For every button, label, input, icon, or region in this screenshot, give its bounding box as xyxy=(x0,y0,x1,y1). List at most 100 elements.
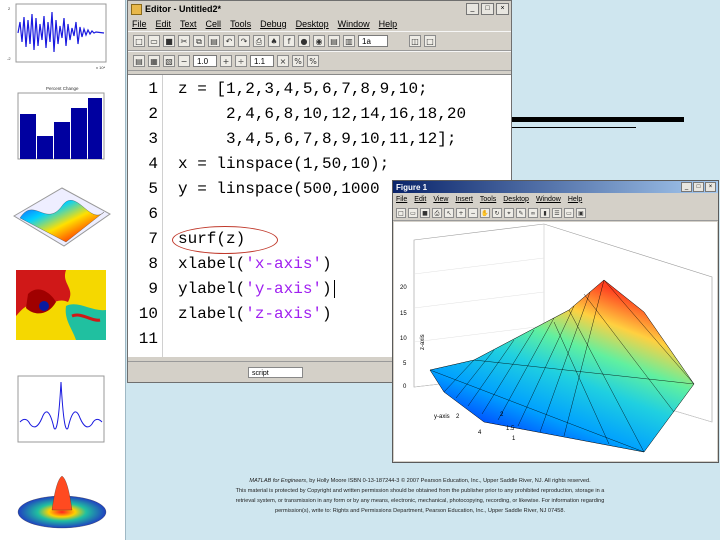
code-fn: ylabel( xyxy=(178,280,246,298)
save-icon[interactable]: ■ xyxy=(163,35,175,47)
fig-menu-view[interactable]: View xyxy=(433,196,448,203)
menu-tools[interactable]: Tools xyxy=(230,19,251,29)
redo-icon[interactable]: ↷ xyxy=(238,35,250,47)
figure-maximize-button[interactable]: □ xyxy=(693,182,704,192)
undo-icon[interactable]: ↶ xyxy=(223,35,235,47)
menu-desktop[interactable]: Desktop xyxy=(296,19,329,29)
code-line[interactable]: z = [1,2,3,4,5,6,7,8,9,10; xyxy=(178,80,428,98)
zoom-in-icon[interactable]: + xyxy=(456,207,466,218)
eval-cell-icon[interactable]: ▦ xyxy=(148,55,160,67)
code-paren: ) xyxy=(322,305,332,323)
x-tick: 1 xyxy=(512,436,516,442)
highlight-circle xyxy=(172,226,278,254)
minimize-button[interactable]: _ xyxy=(466,3,479,15)
fig-menu-file[interactable]: File xyxy=(396,196,407,203)
hide-tools-icon[interactable]: ▭ xyxy=(564,207,574,218)
copy-icon[interactable]: ⧉ xyxy=(193,35,205,47)
figure-menu-bar: File Edit View Insert Tools Desktop Wind… xyxy=(393,193,718,205)
rotate-icon[interactable]: ↻ xyxy=(492,207,502,218)
editor-title-bar[interactable]: Editor - Untitled2* _ □ × xyxy=(128,1,511,17)
cell-icon[interactable]: ▤ xyxy=(133,55,145,67)
line-number: 7 xyxy=(148,230,158,248)
menu-window[interactable]: Window xyxy=(338,19,370,29)
pan-icon[interactable]: ✋ xyxy=(480,207,490,218)
code-line[interactable]: y = linspace(500,1000 xyxy=(178,180,380,198)
tile-icon[interactable]: □ xyxy=(424,35,436,47)
link-icon[interactable]: ∞ xyxy=(528,207,538,218)
code-line[interactable]: zlabel('z-axis') xyxy=(178,305,332,323)
figure-title-bar[interactable]: Figure 1 _ □ × xyxy=(393,181,718,193)
open-folder-icon[interactable]: ▭ xyxy=(148,35,160,47)
editor-toolbar: □ ▭ ■ ✂ ⧉ ▤ ↶ ↷ ⎙ ♠ f ● ◉ ▤ ▥ 1a ◫ □ xyxy=(128,31,511,51)
figure-minimize-button[interactable]: _ xyxy=(681,182,692,192)
menu-file[interactable]: File xyxy=(132,19,147,29)
fig-menu-edit[interactable]: Edit xyxy=(414,196,426,203)
run-icon[interactable]: ▥ xyxy=(343,35,355,47)
paste-icon[interactable]: ▤ xyxy=(208,35,220,47)
code-line[interactable]: 3,4,5,6,7,8,9,10,11,12]; xyxy=(178,130,456,148)
fig-menu-desktop[interactable]: Desktop xyxy=(503,196,529,203)
close-button[interactable]: × xyxy=(496,3,509,15)
print-icon[interactable]: ⎙ xyxy=(253,35,265,47)
fig-pointer-icon[interactable]: ↖ xyxy=(444,207,454,218)
menu-debug[interactable]: Debug xyxy=(260,19,287,29)
line-number: 11 xyxy=(138,330,158,348)
line-number: 6 xyxy=(148,205,158,223)
fig-menu-tools[interactable]: Tools xyxy=(480,196,496,203)
line-number: 2 xyxy=(148,105,158,123)
menu-text[interactable]: Text xyxy=(180,19,197,29)
zoom-out-icon[interactable]: − xyxy=(468,207,478,218)
legend-icon[interactable]: ☰ xyxy=(552,207,562,218)
code-line[interactable]: xlabel('x-axis') xyxy=(178,255,332,273)
colorbar-icon[interactable]: ▮ xyxy=(540,207,550,218)
fig-new-icon[interactable]: □ xyxy=(396,207,406,218)
surface-plot[interactable]: 20 15 10 5 0 1 1.5 2 2 4 z-axis y-axis xyxy=(394,222,717,461)
z-tick: 10 xyxy=(400,336,407,342)
surface-thumbnail xyxy=(6,176,118,254)
editor-title: Editor - Untitled2* xyxy=(145,4,221,14)
menu-cell[interactable]: Cell xyxy=(206,19,222,29)
fig-menu-help[interactable]: Help xyxy=(568,196,582,203)
y-tick: 2 xyxy=(456,414,460,420)
menu-edit[interactable]: Edit xyxy=(156,19,172,29)
fig-menu-insert[interactable]: Insert xyxy=(455,196,473,203)
code-line[interactable]: 2,4,6,8,10,12,14,16,18,20 xyxy=(178,105,466,123)
increment-field[interactable]: 1.0 xyxy=(193,55,217,67)
status-script-box: script xyxy=(248,367,303,378)
fig-save-icon[interactable]: ■ xyxy=(420,207,430,218)
code-line[interactable]: ylabel('y-axis') xyxy=(178,280,335,298)
split-view-icon[interactable]: ◫ xyxy=(409,35,421,47)
breakpoint-icon[interactable]: ● xyxy=(298,35,310,47)
footer-line-2: This material is protected by Copyright … xyxy=(235,488,605,494)
code-paren: ) xyxy=(322,280,332,298)
new-file-icon[interactable]: □ xyxy=(133,35,145,47)
figure-close-button[interactable]: × xyxy=(705,182,716,192)
find-icon[interactable]: ♠ xyxy=(268,35,280,47)
function-icon[interactable]: f xyxy=(283,35,295,47)
fig-open-icon[interactable]: ▭ xyxy=(408,207,418,218)
factor-field[interactable]: 1.1 xyxy=(250,55,274,67)
clear-breakpoints-icon[interactable]: ◉ xyxy=(313,35,325,47)
plus-icon[interactable]: + xyxy=(220,55,232,67)
cut-icon[interactable]: ✂ xyxy=(178,35,190,47)
step-icon[interactable]: ▤ xyxy=(328,35,340,47)
datacursor-icon[interactable]: ⌖ xyxy=(504,207,514,218)
brush-icon[interactable]: ✎ xyxy=(516,207,526,218)
menu-help[interactable]: Help xyxy=(379,19,398,29)
times-icon[interactable]: × xyxy=(277,55,289,67)
surface-plot-svg: 20 15 10 5 0 1 1.5 2 2 4 z-axis y-axis xyxy=(400,223,713,453)
dock-icon[interactable]: ▣ xyxy=(576,207,586,218)
cell-mode-icon[interactable]: % xyxy=(292,55,304,67)
footer-line-3: retrieval system, or transmission in any… xyxy=(235,498,605,504)
divide-icon[interactable]: ÷ xyxy=(235,55,247,67)
code-line[interactable]: x = linspace(1,50,10); xyxy=(178,155,389,173)
eval-advance-icon[interactable]: ▧ xyxy=(163,55,175,67)
code-string: 'x-axis' xyxy=(245,255,323,273)
fig-print-icon[interactable]: ⎙ xyxy=(432,207,442,218)
fig-menu-window[interactable]: Window xyxy=(536,196,561,203)
minus-icon[interactable]: − xyxy=(178,55,190,67)
figure-window[interactable]: Figure 1 _ □ × File Edit View Insert Too… xyxy=(392,180,719,463)
publish-icon[interactable]: % xyxy=(307,55,319,67)
stack-field[interactable]: 1a xyxy=(358,35,388,47)
maximize-button[interactable]: □ xyxy=(481,3,494,15)
